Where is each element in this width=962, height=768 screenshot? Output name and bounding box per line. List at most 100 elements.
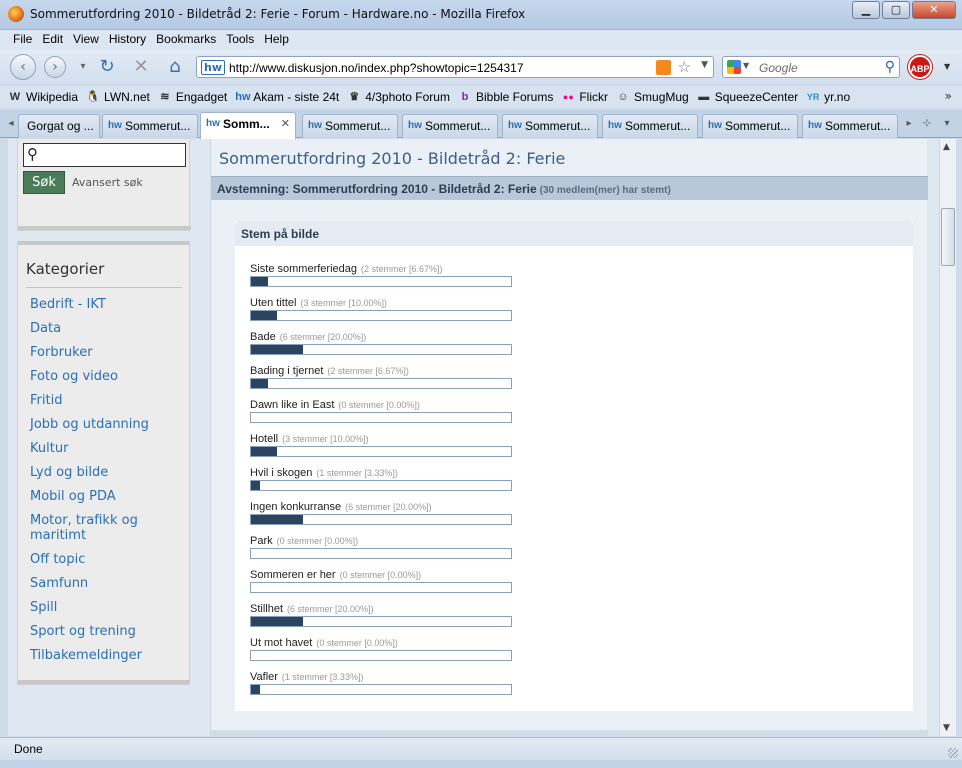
google-engine-icon[interactable] — [727, 60, 741, 74]
divider — [26, 287, 182, 288]
url-dropdown-icon[interactable]: ▼ — [701, 60, 708, 70]
home-icon[interactable]: ⌂ — [164, 56, 186, 78]
minimize-button[interactable]: ▁ — [852, 1, 880, 19]
poll-option-label: Uten tittel — [250, 297, 297, 309]
bookmark-lwn[interactable]: 🐧 LWN.net — [86, 90, 150, 104]
tab-label: Sommerut... — [825, 119, 891, 133]
tab-sommerut-4[interactable]: hw Sommerut... — [402, 114, 498, 138]
history-dropdown-icon[interactable]: ▾ — [72, 56, 94, 78]
url-text[interactable]: http://www.diskusjon.no/index.php?showto… — [229, 61, 524, 75]
menu-help[interactable]: Help — [259, 30, 294, 50]
wikipedia-icon: W — [9, 91, 21, 103]
forum-search-input[interactable]: ⚲ — [23, 143, 186, 167]
bookmark-smugmug[interactable]: ☺ SmugMug — [616, 90, 688, 104]
adblock-dropdown-icon[interactable]: ▼ — [944, 62, 950, 71]
category-link[interactable]: Spill — [30, 600, 180, 615]
poll-result-fill — [251, 277, 269, 286]
categories-heading: Kategorier — [26, 260, 105, 278]
status-text: Done — [14, 742, 43, 756]
category-link[interactable]: Motor, trafikk og maritimt — [30, 513, 180, 543]
bookmark-wikipedia[interactable]: W Wikipedia — [8, 90, 78, 104]
category-link[interactable]: Fritid — [30, 393, 180, 408]
url-bar[interactable]: hw http://www.diskusjon.no/index.php?sho… — [196, 56, 714, 78]
poll-option: Hvil i skogen (1 stemmer [3.33%]) — [250, 465, 512, 499]
poll-option-votes: (3 stemmer [10.00%]) — [300, 298, 387, 308]
menu-edit[interactable]: Edit — [37, 30, 68, 50]
category-link[interactable]: Samfunn — [30, 576, 180, 591]
close-window-button[interactable]: ✕ — [912, 1, 956, 19]
tab-scroll-right-icon[interactable]: ▸ — [902, 116, 916, 132]
category-link[interactable]: Data — [30, 321, 180, 336]
back-icon[interactable]: ‹ — [10, 54, 36, 80]
advanced-search-link[interactable]: Avansert søk — [72, 176, 143, 189]
tab-sommerut-7[interactable]: hw Sommerut... — [702, 114, 798, 138]
search-button[interactable]: Søk — [23, 171, 65, 194]
poll-option-label: Hotell — [250, 433, 279, 445]
sidebar-search-panel: ⚲ Søk Avansert søk — [17, 139, 191, 231]
tab-scroll-left-icon[interactable]: ◂ — [4, 116, 18, 132]
category-link[interactable]: Tilbakemeldinger — [30, 648, 180, 663]
scroll-down-icon[interactable]: ▼ — [943, 723, 950, 733]
category-link[interactable]: Lyd og bilde — [30, 465, 180, 480]
menu-file[interactable]: File — [8, 30, 37, 50]
bookmark-akam[interactable]: hw Akam - siste 24t — [235, 90, 339, 104]
category-link[interactable]: Kultur — [30, 441, 180, 456]
tab-gorgat[interactable]: Gorgat og ... — [18, 114, 100, 138]
tab-list-icon[interactable]: ▾ — [940, 116, 954, 132]
vertical-scrollbar[interactable]: ▲ ▼ — [939, 139, 956, 736]
tab-sommerut-1[interactable]: hw Sommerut... — [102, 114, 198, 138]
tab-groups-icon[interactable]: ⊹ — [920, 116, 934, 132]
scrollbar-thumb[interactable] — [941, 208, 955, 266]
menu-bookmarks[interactable]: Bookmarks — [151, 30, 221, 50]
category-link[interactable]: Bedrift - IKT — [30, 297, 180, 312]
search-engine-dropdown-icon[interactable]: ▼ — [743, 61, 749, 70]
bookmark-yr[interactable]: YR yr.no — [806, 90, 850, 104]
poll-results: Siste sommerferiedag (2 stemmer [6.67%]) U… — [250, 261, 512, 703]
search-bar[interactable]: ▼ Google ⚲ — [722, 56, 900, 78]
tab-sommerut-8[interactable]: hw Sommerut... — [802, 114, 898, 138]
forum-main: Sommerutfordring 2010 - Bildetråd 2: Fer… — [210, 139, 928, 736]
bookmark-squeezecenter[interactable]: ▬ SqueezeCenter — [697, 90, 798, 104]
window-title: Sommerutfordring 2010 - Bildetråd 2: Fer… — [30, 7, 526, 21]
poll-option-label: Dawn like in East — [250, 399, 335, 411]
page-title[interactable]: Sommerutfordring 2010 - Bildetråd 2: Fer… — [219, 149, 565, 168]
tab-sommerut-5[interactable]: hw Sommerut... — [502, 114, 598, 138]
stop-icon[interactable]: ✕ — [130, 56, 152, 78]
tab-somm-active[interactable]: hw Somm... ✕ — [200, 112, 296, 139]
category-link[interactable]: Off topic — [30, 552, 180, 567]
menu-history[interactable]: History — [104, 30, 151, 50]
tab-bar: ◂ Gorgat og ... hw Sommerut... hw Somm... ✕… — [0, 110, 962, 139]
bookmark-bibble[interactable]: b Bibble Forums — [458, 90, 554, 104]
rss-feed-icon[interactable] — [656, 60, 671, 75]
bookmark-flickr[interactable]: ●● Flickr — [561, 90, 608, 104]
search-icon[interactable]: ⚲ — [885, 59, 895, 75]
maximize-button[interactable]: ▢ — [882, 1, 910, 19]
bookmarks-overflow-icon[interactable]: » — [945, 89, 952, 103]
bookmark-star-icon[interactable]: ☆ — [678, 58, 691, 76]
poll-result-fill — [251, 447, 277, 456]
poll-result-bar — [250, 548, 512, 559]
bookmark-43photo[interactable]: ♛ 4/3photo Forum — [347, 90, 450, 104]
menu-tools[interactable]: Tools — [221, 30, 259, 50]
window-titlebar: Sommerutfordring 2010 - Bildetråd 2: Fer… — [0, 0, 962, 30]
menu-view[interactable]: View — [68, 30, 104, 50]
category-link[interactable]: Sport og trening — [30, 624, 180, 639]
tab-sommerut-6[interactable]: hw Sommerut... — [602, 114, 698, 138]
tab-sommerut-3[interactable]: hw Sommerut... — [302, 114, 398, 138]
category-link[interactable]: Forbruker — [30, 345, 180, 360]
status-bar: Done — [0, 737, 962, 760]
poll-question-header: Stem på bilde — [235, 221, 913, 246]
reload-icon[interactable]: ↻ — [96, 56, 118, 78]
bookmark-label: yr.no — [824, 90, 851, 104]
photo-forum-icon: ♛ — [349, 91, 360, 103]
search-input[interactable]: Google — [759, 61, 798, 75]
category-link[interactable]: Foto og video — [30, 369, 180, 384]
close-tab-icon[interactable]: ✕ — [281, 117, 290, 130]
category-link[interactable]: Jobb og utdanning — [30, 417, 180, 432]
forward-icon[interactable]: › — [44, 56, 66, 78]
adblock-plus-icon[interactable]: ABP — [908, 55, 932, 79]
bookmark-engadget[interactable]: ≋ Engadget — [158, 90, 227, 104]
resize-grip-icon[interactable] — [948, 748, 958, 758]
category-link[interactable]: Mobil og PDA — [30, 489, 180, 504]
scroll-up-icon[interactable]: ▲ — [943, 142, 950, 152]
